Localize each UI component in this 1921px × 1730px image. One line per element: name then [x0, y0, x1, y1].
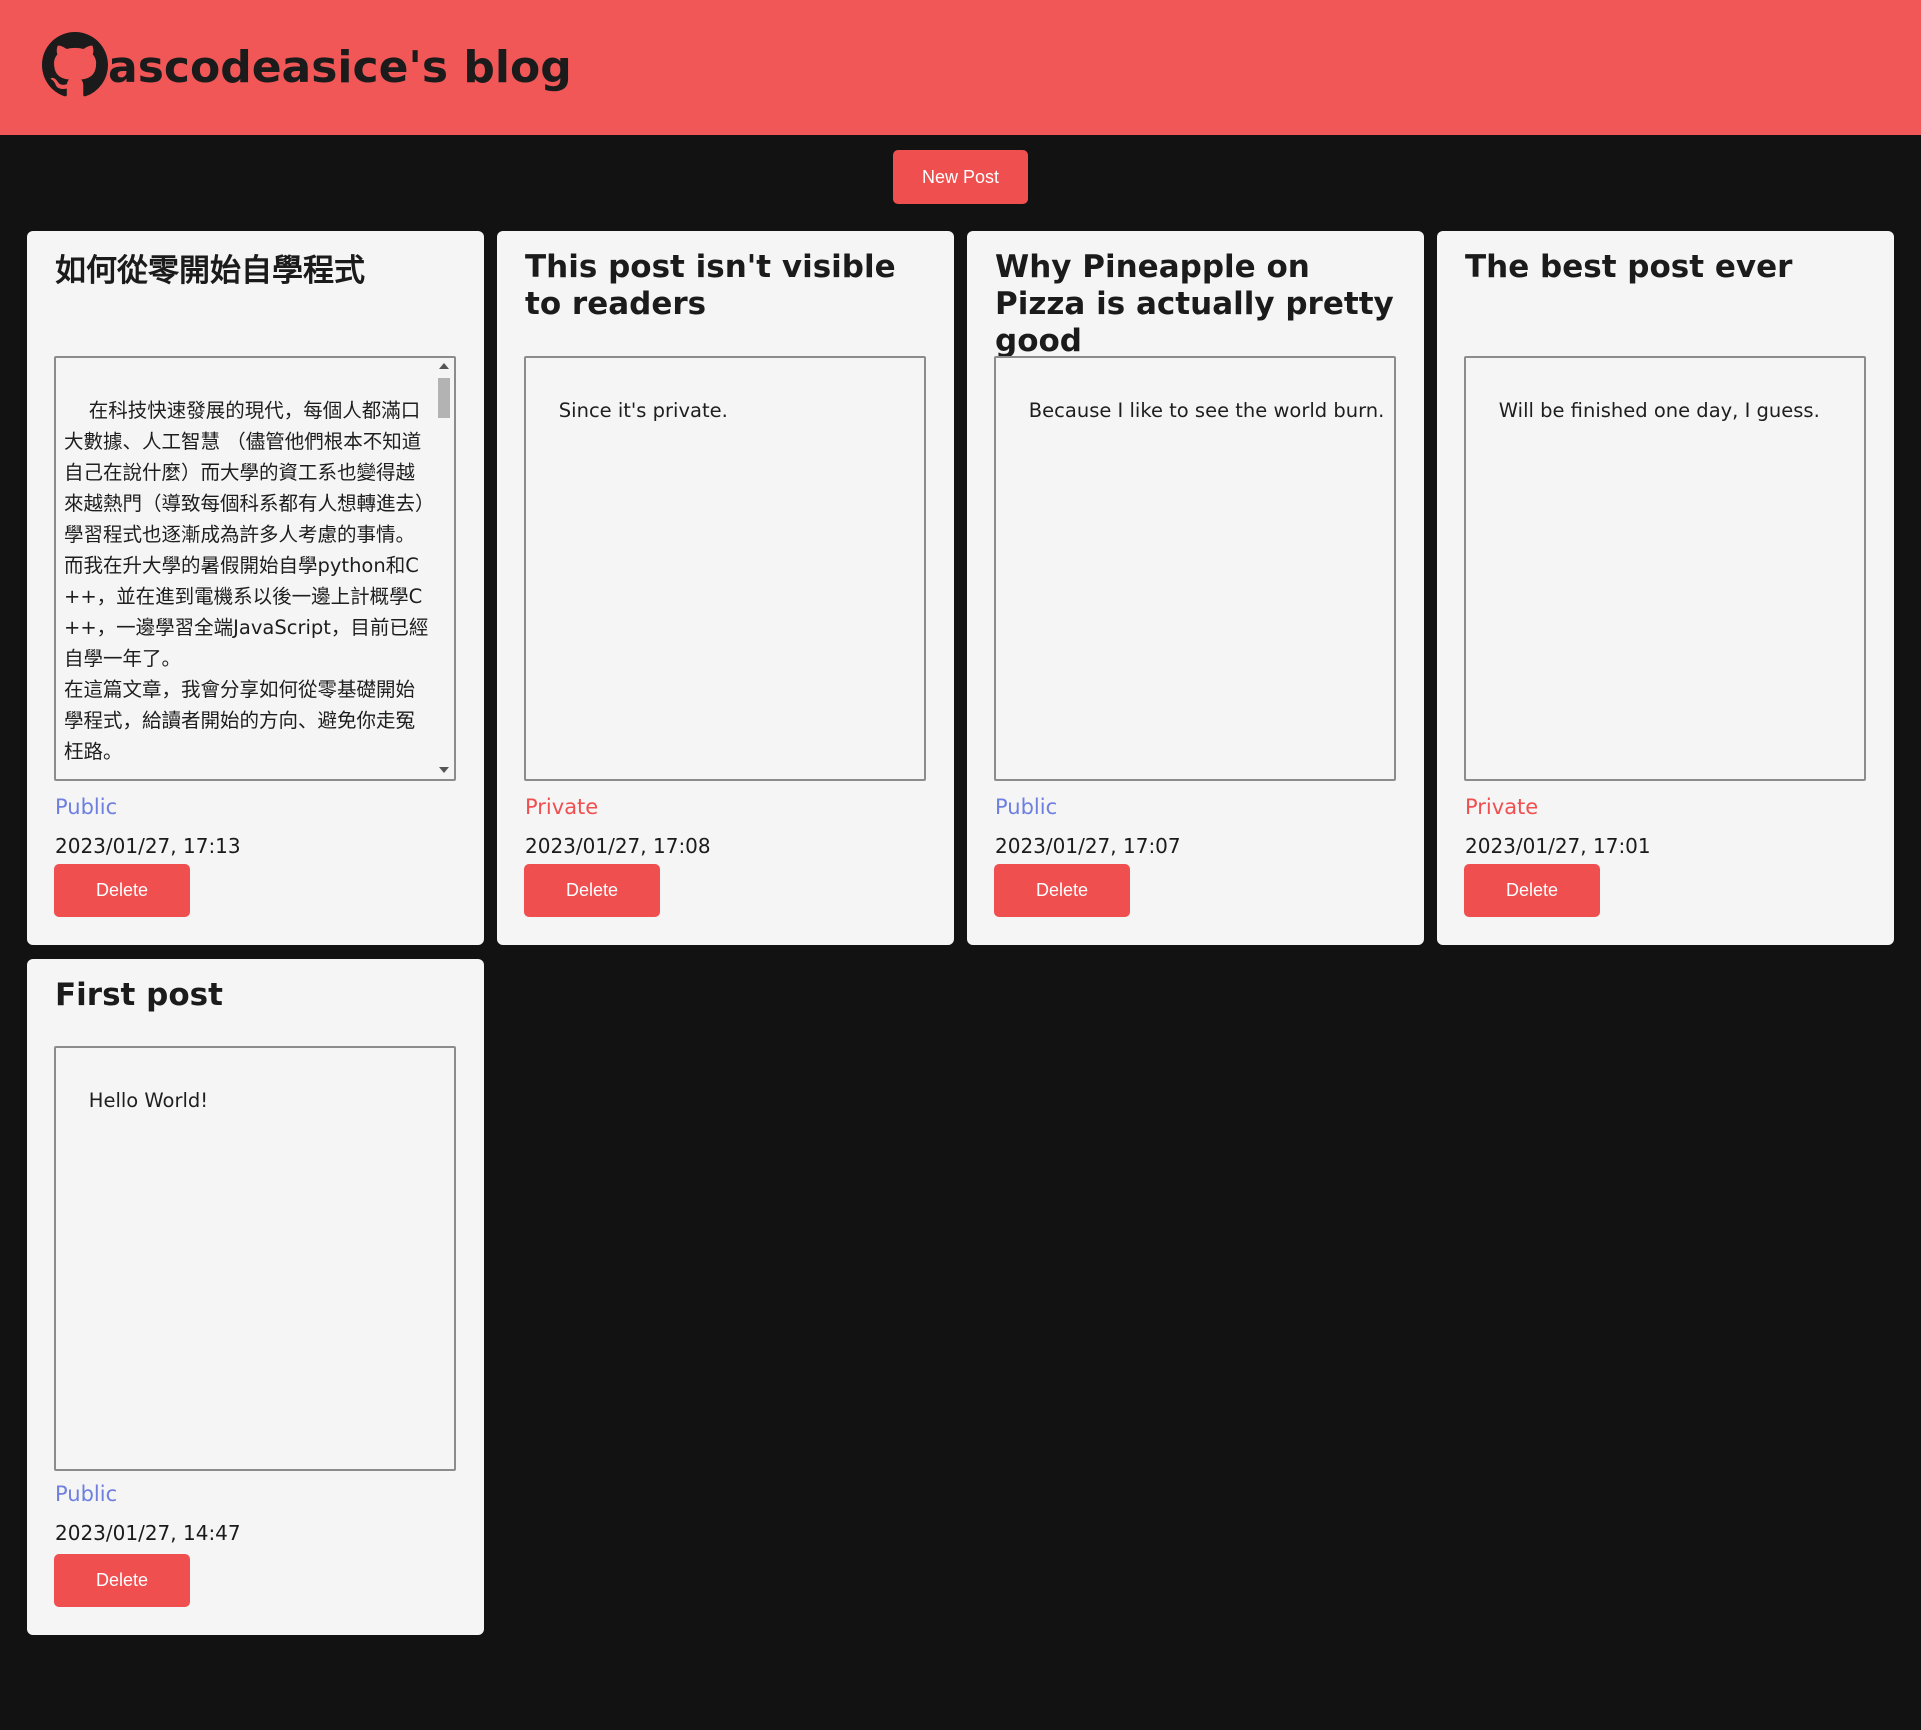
post-timestamp: 2023/01/27, 17:01: [1465, 834, 1651, 858]
post-card: Why Pineapple on Pizza is actually prett…: [967, 231, 1424, 945]
delete-button[interactable]: Delete: [524, 864, 660, 917]
post-body-textarea[interactable]: Since it's private.: [524, 356, 926, 781]
post-body-text: Because I like to see the world burn.: [1028, 399, 1385, 422]
scroll-up-arrow-icon[interactable]: [439, 363, 449, 369]
delete-button[interactable]: Delete: [994, 864, 1130, 917]
post-timestamp: 2023/01/27, 14:47: [55, 1521, 241, 1545]
visibility-label: Public: [55, 795, 118, 819]
site-title: ascodeasice's blog: [108, 42, 572, 93]
post-body-textarea[interactable]: Because I like to see the world burn.: [994, 356, 1396, 781]
post-body-textarea[interactable]: Hello World!: [54, 1046, 456, 1471]
post-title: 如何從零開始自學程式: [55, 253, 365, 289]
post-timestamp: 2023/01/27, 17:07: [995, 834, 1181, 858]
post-card: The best post ever Will be finished one …: [1437, 231, 1894, 945]
visibility-label: Private: [525, 795, 599, 819]
post-title: First post: [55, 977, 223, 1013]
post-body-text: Will be finished one day, I guess.: [1498, 399, 1820, 422]
scrollbar[interactable]: [434, 358, 454, 779]
post-title: The best post ever: [1465, 249, 1793, 285]
post-timestamp: 2023/01/27, 17:13: [55, 834, 241, 858]
new-post-button[interactable]: New Post: [893, 150, 1028, 204]
visibility-label: Public: [55, 1482, 118, 1506]
post-timestamp: 2023/01/27, 17:08: [525, 834, 711, 858]
delete-button[interactable]: Delete: [54, 864, 190, 917]
visibility-label: Private: [1465, 795, 1539, 819]
post-body-text: Hello World!: [88, 1089, 209, 1112]
delete-button[interactable]: Delete: [54, 1554, 190, 1607]
post-body-textarea[interactable]: Will be finished one day, I guess.: [1464, 356, 1866, 781]
scroll-down-arrow-icon[interactable]: [439, 767, 449, 773]
site-header: ascodeasice's blog: [0, 0, 1921, 135]
post-body-text: Since it's private.: [558, 399, 728, 422]
post-title: Why Pineapple on Pizza is actually prett…: [995, 249, 1394, 359]
post-title: This post isn't visible to readers: [525, 249, 896, 322]
visibility-label: Public: [995, 795, 1058, 819]
post-card: 如何從零開始自學程式 在科技快速發展的現代，每個人都滿口大數據、人工智慧 （儘管…: [27, 231, 484, 945]
post-body-textarea[interactable]: 在科技快速發展的現代，每個人都滿口大數據、人工智慧 （儘管他們根本不知道自己在說…: [54, 356, 456, 781]
scroll-thumb[interactable]: [438, 378, 450, 418]
post-body-text: 在科技快速發展的現代，每個人都滿口大數據、人工智慧 （儘管他們根本不知道自己在說…: [64, 399, 429, 763]
post-card: This post isn't visible to readers Since…: [497, 231, 954, 945]
delete-button[interactable]: Delete: [1464, 864, 1600, 917]
post-card: First post Hello World! Public 2023/01/2…: [27, 959, 484, 1635]
github-icon[interactable]: [42, 32, 108, 98]
